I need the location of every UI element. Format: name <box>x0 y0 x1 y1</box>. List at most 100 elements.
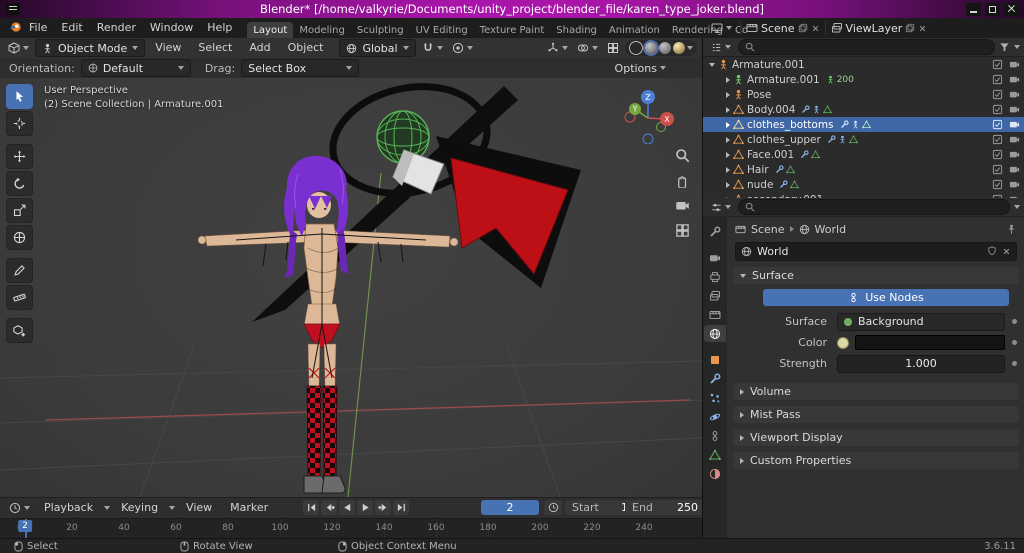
animate-color-dot[interactable] <box>1012 340 1017 345</box>
outliner-row-pose[interactable]: Pose <box>703 87 1024 102</box>
zoom-icon[interactable] <box>675 148 690 163</box>
tab-modifiers[interactable] <box>704 370 726 387</box>
menu-viewport-add[interactable]: Add <box>242 38 277 58</box>
outliner-row-armature-collection[interactable]: Armature.001 <box>703 57 1024 72</box>
viewport-canvas[interactable]: User Perspective (2) Scene Collection | … <box>0 78 702 497</box>
jump-to-start-button[interactable] <box>303 500 319 515</box>
hide-viewport-icon[interactable] <box>992 59 1003 70</box>
menu-keying[interactable]: Keying <box>114 498 165 518</box>
outliner-row-face[interactable]: Face.001 <box>703 147 1024 162</box>
menu-render[interactable]: Render <box>90 18 143 38</box>
tool-measure[interactable] <box>6 285 33 310</box>
workspace-tab-sculpting[interactable]: Sculpting <box>351 22 410 38</box>
outliner-filter-dropdown[interactable] <box>1014 45 1020 49</box>
playhead-frame-badge[interactable]: 2 <box>18 520 32 532</box>
volume-section-header[interactable]: Volume <box>733 383 1019 400</box>
timeline-editor-type-button[interactable] <box>6 500 33 516</box>
tab-constraints[interactable] <box>704 427 726 444</box>
mode-dropdown[interactable]: Object Mode <box>35 39 146 57</box>
viewlayer-new-icon[interactable] <box>905 23 915 33</box>
filter-icon[interactable] <box>999 42 1010 53</box>
menu-timeline-view[interactable]: View <box>179 498 219 518</box>
tool-rotate[interactable] <box>6 171 33 196</box>
tool-select-box[interactable] <box>6 84 33 109</box>
hide-render-icon[interactable] <box>1009 74 1020 85</box>
shading-solid-button[interactable] <box>645 42 657 54</box>
workspace-tab-shading[interactable]: Shading <box>550 22 603 38</box>
editor-type-button[interactable] <box>5 40 32 56</box>
outliner-row-hair[interactable]: Hair <box>703 162 1024 177</box>
menu-marker[interactable]: Marker <box>223 498 275 518</box>
hide-viewport-icon[interactable] <box>992 149 1003 160</box>
shading-material-button[interactable] <box>659 42 671 54</box>
options-dropdown[interactable]: Options <box>612 60 669 76</box>
shading-wireframe-button[interactable] <box>629 41 643 55</box>
breadcrumb-scene[interactable]: Scene <box>751 223 785 236</box>
surface-section-header[interactable]: Surface <box>733 267 1019 284</box>
orientation-value-dropdown[interactable]: Default <box>80 59 191 77</box>
hide-render-icon[interactable] <box>1009 179 1020 190</box>
fake-user-shield-icon[interactable] <box>987 246 997 256</box>
tab-render[interactable] <box>704 249 726 266</box>
tool-transform[interactable] <box>6 225 33 250</box>
scene-new-icon[interactable] <box>798 23 808 33</box>
hide-viewport-icon[interactable] <box>992 89 1003 100</box>
menu-edit[interactable]: Edit <box>54 18 89 38</box>
tool-move[interactable] <box>6 144 33 169</box>
tab-output[interactable] <box>704 268 726 285</box>
pan-hand-icon[interactable] <box>675 173 690 188</box>
jump-prev-keyframe-button[interactable] <box>321 500 337 515</box>
properties-search-input[interactable] <box>738 199 1010 215</box>
proportional-editing-toggle[interactable] <box>449 40 476 56</box>
current-frame-field[interactable]: 2 <box>481 500 539 515</box>
play-button[interactable] <box>357 500 373 515</box>
shading-dropdown[interactable] <box>687 46 693 50</box>
strength-slider[interactable]: 1.000 <box>837 354 1005 373</box>
tool-scale[interactable] <box>6 198 33 223</box>
menu-file[interactable]: File <box>22 18 54 38</box>
unlink-icon[interactable] <box>1002 247 1011 256</box>
screen-layout-dropdown[interactable] <box>708 20 735 36</box>
transform-orientation-dropdown[interactable]: Global <box>339 39 416 57</box>
outliner-row-clothes-bottoms[interactable]: clothes_bottoms <box>703 117 1024 132</box>
breadcrumb-world[interactable]: World <box>815 223 847 236</box>
world-name-field[interactable]: World <box>735 241 1017 261</box>
viewport-display-section-header[interactable]: Viewport Display <box>733 429 1019 446</box>
tab-material[interactable] <box>704 465 726 482</box>
close-button[interactable] <box>1004 2 1019 16</box>
jump-next-keyframe-button[interactable] <box>375 500 391 515</box>
scene-unlink-icon[interactable] <box>811 24 820 33</box>
navigation-gizmo[interactable]: Z X Y <box>620 88 676 145</box>
window-menu-icon[interactable] <box>6 3 20 15</box>
tab-world[interactable] <box>704 325 726 342</box>
tab-view-layer[interactable] <box>704 287 726 304</box>
workspace-tab-layout[interactable]: Layout <box>247 22 294 38</box>
maximize-button[interactable] <box>985 2 1000 16</box>
outliner-row-body[interactable]: Body.004 <box>703 102 1024 117</box>
tab-physics[interactable] <box>704 408 726 425</box>
hide-render-icon[interactable] <box>1009 134 1020 145</box>
use-nodes-button[interactable]: Use Nodes <box>763 289 1009 306</box>
camera-view-icon[interactable] <box>675 198 690 213</box>
hide-render-icon[interactable] <box>1009 119 1020 130</box>
jump-to-end-button[interactable] <box>393 500 409 515</box>
viewlayer-remove-icon[interactable] <box>918 24 927 33</box>
viewlayer-selector[interactable]: ViewLayer <box>846 22 903 35</box>
surface-shader-dropdown[interactable]: Background <box>837 312 1005 331</box>
world-color-swatch[interactable] <box>855 335 1005 350</box>
ortho-grid-icon[interactable] <box>675 223 690 238</box>
custom-properties-section-header[interactable]: Custom Properties <box>733 452 1019 469</box>
menu-window[interactable]: Window <box>143 18 200 38</box>
shading-rendered-button[interactable] <box>673 42 685 54</box>
frame-end-field[interactable]: End 250 <box>625 500 705 515</box>
menu-help[interactable]: Help <box>200 18 239 38</box>
outliner-row-clothes-upper[interactable]: clothes_upper <box>703 132 1024 147</box>
outliner-row-armature-data[interactable]: Armature.001 200 <box>703 72 1024 87</box>
tool-cursor[interactable] <box>6 111 33 136</box>
hide-render-icon[interactable] <box>1009 59 1020 70</box>
drag-value-dropdown[interactable]: Select Box <box>241 59 360 77</box>
menu-viewport-view[interactable]: View <box>148 38 188 58</box>
outliner-search-input[interactable] <box>738 39 995 55</box>
workspace-tab-uv-editing[interactable]: UV Editing <box>410 22 474 38</box>
scene-selector[interactable]: Scene <box>761 22 795 35</box>
